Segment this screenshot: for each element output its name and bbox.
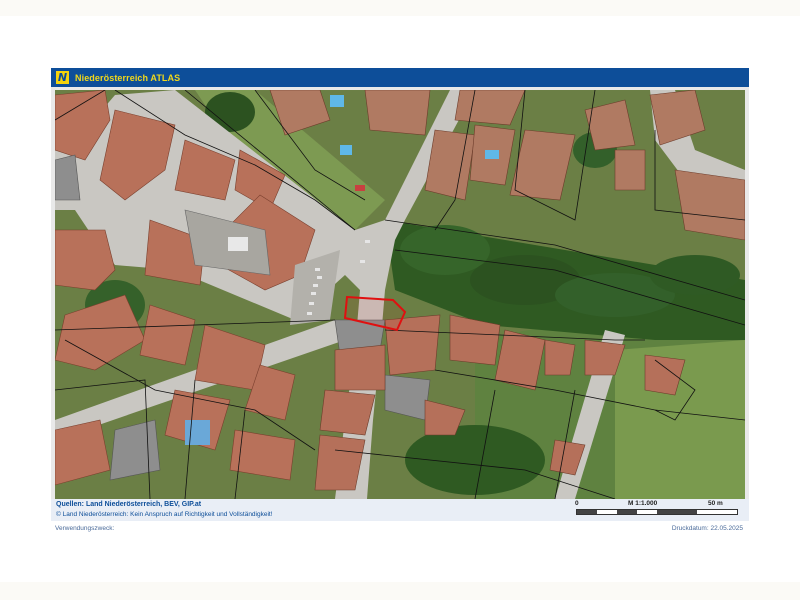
map-footer: Quellen: Land Niederösterreich, BEV, GIP… (51, 499, 749, 521)
map-frame (51, 87, 749, 499)
pool (185, 420, 210, 445)
tree-cluster (650, 255, 740, 295)
scale-ratio-label: M 1:1.000 (628, 500, 658, 507)
atlas-title: Niederösterreich ATLAS (75, 72, 181, 83)
rooftop-skylight (228, 237, 248, 251)
pool (330, 95, 344, 107)
print-date: Druckdatum: 22.05.2025 (671, 525, 743, 532)
sources-text: Quellen: Land Niederösterreich, BEV, GIP… (56, 501, 202, 508)
scale-bar: 0 M 1:1.000 50 m (573, 499, 743, 519)
tree-cluster (400, 225, 490, 275)
copyright-text: © Land Niederösterreich: Kein Anspruch a… (56, 511, 273, 518)
scale-segment (617, 510, 637, 514)
atlas-title-bar: N Niederösterreich ATLAS (51, 68, 749, 87)
noe-logo-icon: N (56, 71, 69, 84)
pool (485, 150, 499, 159)
aerial-map[interactable] (55, 90, 745, 499)
scale-end-label: 50 m (708, 500, 723, 507)
scale-bar-graphic (576, 509, 738, 515)
red-car (355, 185, 365, 191)
aerial-map-graphic (55, 90, 745, 499)
scale-segment (577, 510, 597, 514)
scale-start-label: 0 (575, 500, 579, 507)
pool (340, 145, 352, 155)
purpose-label: Verwendungszweck: (55, 525, 115, 532)
page: N Niederösterreich ATLAS Quellen: Land N… (0, 0, 800, 600)
tree-cluster (405, 425, 545, 495)
scale-segment (657, 510, 697, 514)
